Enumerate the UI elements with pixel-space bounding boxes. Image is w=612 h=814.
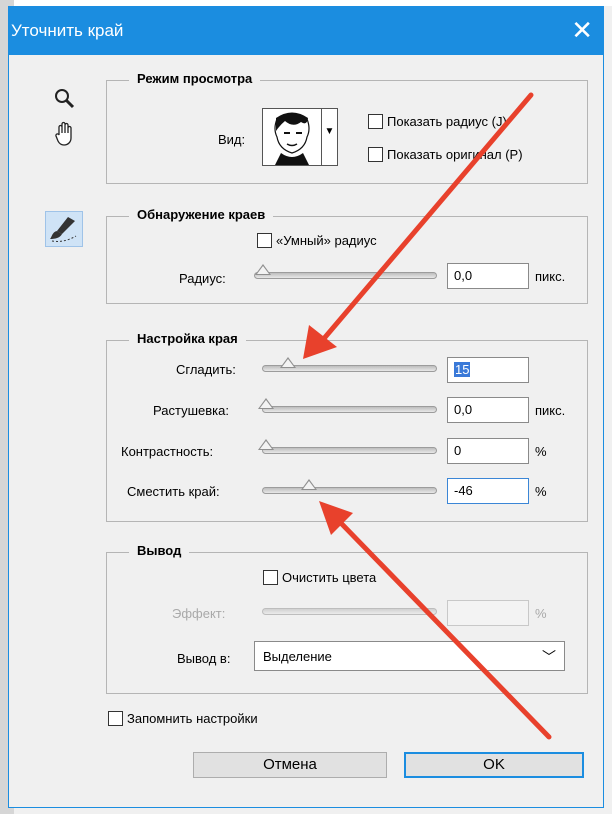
annotation-arrow-bottom [319, 501, 552, 740]
annotation-arrow-top [303, 92, 534, 359]
refine-edge-dialog: Уточнить край ✕ Режим просмотра Вид: ▼ П… [8, 6, 604, 808]
annotation-arrows [303, 92, 552, 740]
